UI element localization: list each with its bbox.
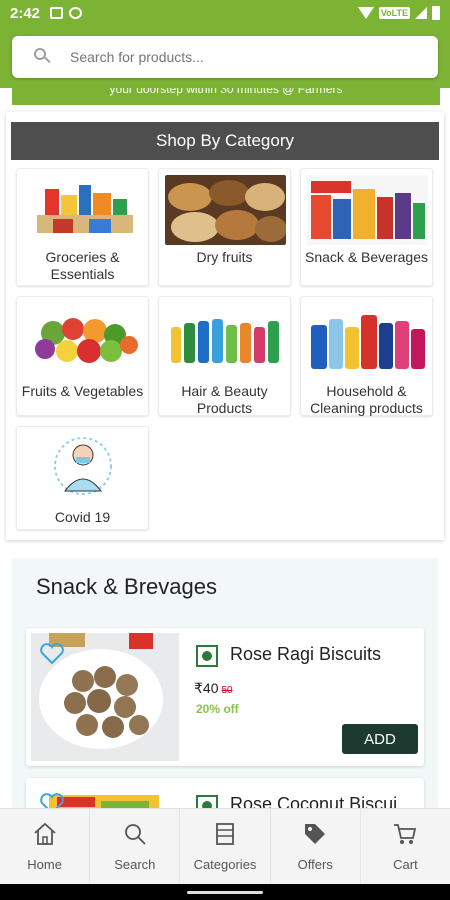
battery-icon [432, 6, 440, 20]
nav-label: Cart [393, 857, 418, 872]
veg-mark-icon [196, 645, 218, 667]
covid-image [48, 433, 118, 499]
category-label: Dry fruits [196, 249, 253, 265]
category-tile-fruits-vegetables[interactable]: Fruits & Vegetables [16, 296, 149, 416]
promo-banner-text: your doorstep within 30 minutes @ Farmer… [109, 88, 343, 96]
category-label: Covid 19 [54, 509, 111, 525]
tag-icon [305, 824, 326, 844]
category-tile-dry-fruits[interactable]: Dry fruits [158, 168, 291, 286]
shop-by-category-section: Shop By Category Groceries & Essentials [6, 112, 444, 540]
nav-label: Home [27, 857, 62, 872]
signal-icon [415, 7, 427, 19]
system-navigation-bar [0, 884, 450, 900]
categories-icon [216, 823, 234, 845]
search-input[interactable] [70, 49, 390, 65]
category-label: Hair & Beauty Products [181, 383, 268, 416]
product-price: ₹40 50 [194, 680, 233, 697]
category-label: Fruits & Vegetables [21, 383, 144, 399]
snack-section: Snack & Brevages Rose Ragi Biscuits ₹40 … [12, 558, 438, 843]
cart-icon [394, 824, 417, 844]
wishlist-heart-icon[interactable] [39, 643, 65, 665]
product-card[interactable]: Rose Ragi Biscuits ₹40 50 20% off ADD [26, 628, 424, 766]
status-bar: 2:42 VoLTE [0, 0, 450, 26]
product-image [31, 633, 179, 761]
nav-offers[interactable]: Offers [271, 809, 361, 884]
dry-fruits-image [165, 175, 286, 245]
wifi-icon [357, 7, 374, 19]
category-tile-household[interactable]: Household & Cleaning products [300, 296, 433, 416]
category-tile-snacks[interactable]: Snack & Beverages [300, 168, 433, 286]
mrp-price: 50 [221, 685, 233, 696]
snacks-image [307, 175, 428, 245]
category-label: Household & Cleaning products [310, 383, 423, 416]
at-icon [69, 7, 83, 19]
nav-label: Categories [193, 857, 257, 872]
status-time: 2:42 [10, 4, 41, 22]
bottom-navigation: Home Search Categories Offers Cart [0, 808, 450, 884]
category-tile-covid[interactable]: Covid 19 [16, 426, 149, 530]
nav-search[interactable]: Search [90, 809, 181, 884]
category-tile-hair-beauty[interactable]: Hair & Beauty Products [158, 296, 291, 416]
home-icon [33, 822, 56, 845]
volte-badge: VoLTE [378, 7, 410, 19]
search-bar[interactable] [12, 36, 438, 78]
hair-beauty-image [165, 305, 286, 375]
category-label: Groceries & Essentials [45, 249, 120, 282]
category-heading: Shop By Category [11, 122, 439, 160]
nav-label: Search [114, 857, 156, 872]
status-indicators: VoLTE [357, 6, 440, 20]
fruits-vegetables-image [23, 305, 144, 375]
section-heading: Snack & Brevages [36, 574, 217, 599]
selling-price: ₹40 [194, 680, 219, 696]
groceries-image [23, 175, 144, 245]
household-image [307, 305, 428, 375]
product-name: Rose Ragi Biscuits [230, 644, 382, 664]
nav-cart[interactable]: Cart [361, 809, 450, 884]
message-icon [50, 7, 64, 19]
nav-categories[interactable]: Categories [180, 809, 271, 884]
home-gesture-bar[interactable] [187, 891, 263, 894]
search-icon [34, 48, 52, 66]
nav-label: Offers [297, 857, 333, 872]
add-to-cart-button[interactable]: ADD [342, 724, 418, 754]
category-label: Snack & Beverages [305, 249, 428, 265]
discount-label: 20% off [196, 702, 239, 716]
search-icon [124, 824, 146, 845]
promo-banner: your doorstep within 30 minutes @ Farmer… [12, 88, 440, 105]
nav-home[interactable]: Home [0, 809, 91, 884]
category-tile-groceries[interactable]: Groceries & Essentials [16, 168, 149, 286]
